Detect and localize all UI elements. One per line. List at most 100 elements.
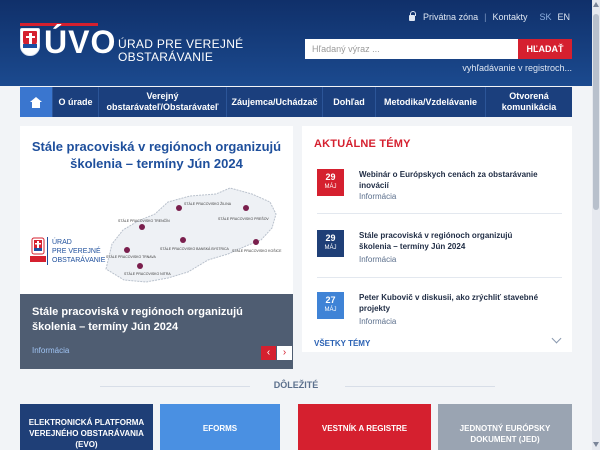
topic-title[interactable]: Stále pracoviská v regiónoch organizujú … bbox=[359, 230, 564, 252]
slider-prev-button[interactable]: ‹ bbox=[261, 346, 276, 360]
scrollbar-thumb[interactable] bbox=[593, 14, 599, 210]
topic-title-line1: Peter Kubovič v diskusii, ako zrýchliť s… bbox=[359, 293, 539, 302]
site-header: ÚVO ÚRAD PRE VEREJNÉ OBSTARÁVANIE Privát… bbox=[0, 0, 600, 86]
search-button[interactable]: HĽADAŤ bbox=[518, 39, 572, 59]
nav-item-label: Metodika/Vzdelávanie bbox=[383, 96, 478, 107]
nav-item-verejny-obstaravatel[interactable]: Verejný obstarávateľ/Obstarávateľ bbox=[99, 87, 227, 117]
nav-item-label: komunikácia bbox=[501, 102, 557, 112]
slider-next-button[interactable]: › bbox=[277, 346, 292, 360]
topic-title-line2: inovácií bbox=[359, 181, 389, 190]
map-logo-line1: ÚRAD bbox=[52, 237, 72, 246]
important-heading: DÔLEŽITÉ bbox=[273, 380, 319, 390]
tile-label: (EVO) bbox=[75, 440, 98, 449]
date-month: MÁJ bbox=[324, 184, 337, 190]
tile-label: EFORMS bbox=[202, 424, 238, 433]
date-day: 27 bbox=[325, 295, 336, 305]
current-topics-panel: AKTUÁLNE TÉMY 29 MÁJ Webinár o Európskyc… bbox=[302, 126, 572, 352]
top-links-separator: | bbox=[484, 12, 487, 22]
main-nav: O úrade Verejný obstarávateľ/Obstarávate… bbox=[20, 87, 572, 117]
nav-item-zaujemca[interactable]: Záujemca/Uchádzač bbox=[227, 87, 323, 117]
topic-category-tag[interactable]: Informácia bbox=[359, 192, 396, 201]
topic-category-tag[interactable]: Informácia bbox=[359, 255, 396, 264]
topic-title-line1: Stále pracoviská v regiónoch organizujú bbox=[359, 231, 513, 240]
map-logo-line3: OBSTARÁVANIE bbox=[52, 255, 106, 264]
nav-item-metodika[interactable]: Metodika/Vzdelávanie bbox=[376, 87, 486, 117]
slide-category-tag[interactable]: Informácia bbox=[32, 346, 69, 355]
nav-item-dohlad[interactable]: Dohľad bbox=[323, 87, 376, 117]
slide-heading-line1: Stále pracoviská v regiónoch organizujú bbox=[31, 139, 282, 154]
scroll-down-arrow-icon[interactable] bbox=[593, 442, 599, 447]
advanced-search-link[interactable]: vyhľadávanie v registroch... bbox=[462, 63, 572, 73]
section-divider-right bbox=[345, 386, 495, 387]
topics-heading: AKTUÁLNE TÉMY bbox=[314, 138, 411, 150]
tile-jed[interactable]: JEDNOTNÝ EURÓPSKY DOKUMENT (JED) bbox=[438, 404, 572, 450]
tile-vestnik[interactable]: VESTNÍK A REGISTRE bbox=[298, 404, 431, 450]
slide-caption[interactable]: Stále pracoviská v regiónoch organizujú … bbox=[20, 294, 293, 369]
logo-subtitle: ÚRAD PRE VEREJNÉ OBSTARÁVANIE bbox=[118, 38, 244, 64]
topic-title-line1: Webinár o Európskych cenách za obstaráva… bbox=[359, 170, 538, 179]
tile-evo[interactable]: ELEKTRONICKÁ PLATFORMA VEREJNÉHO OBSTARÁ… bbox=[20, 404, 153, 450]
contacts-link[interactable]: Kontakty bbox=[492, 12, 527, 22]
slide-heading: Stále pracoviská v regiónoch organizujú … bbox=[20, 138, 293, 172]
map-label-presov: STÁLE PRACOVISKO PREŠOV bbox=[218, 216, 269, 221]
tile-label: JEDNOTNÝ EURÓPSKY bbox=[459, 423, 551, 433]
topic-item[interactable]: 27 MÁJ Peter Kubovič v diskusii, ako zrý… bbox=[317, 292, 562, 342]
date-badge: 29 MÁJ bbox=[317, 230, 344, 257]
scroll-up-arrow-icon[interactable] bbox=[593, 2, 599, 7]
topic-category-tag[interactable]: Informácia bbox=[359, 317, 396, 326]
private-zone-link[interactable]: Privátna zóna bbox=[423, 12, 478, 22]
tile-eforms[interactable]: EFORMS bbox=[160, 404, 280, 450]
topic-divider bbox=[317, 277, 562, 278]
tile-label: VEREJNÉHO OBSTARÁVANIA bbox=[29, 429, 144, 438]
site-logo[interactable]: ÚVO bbox=[20, 26, 116, 58]
slide-caption-title: Stále pracoviská v regiónoch organizujú … bbox=[32, 305, 243, 335]
date-day: 29 bbox=[325, 172, 336, 182]
lang-en-link[interactable]: EN bbox=[557, 12, 570, 22]
map-logo: ÚRAD PRE VEREJNÉ OBSTARÁVANIE bbox=[30, 237, 106, 265]
map-label-trencin: STÁLE PRACOVISKO TRENČÍN bbox=[118, 218, 170, 223]
nav-item-label: Dohľad bbox=[333, 96, 365, 107]
nav-item-label: O úrade bbox=[58, 96, 93, 107]
nav-item-label: Verejný bbox=[146, 91, 179, 101]
chevron-right-icon: › bbox=[282, 347, 287, 358]
search-bar: HĽADAŤ bbox=[305, 39, 572, 59]
home-icon bbox=[30, 96, 42, 108]
page-scrollbar[interactable] bbox=[592, 0, 600, 450]
date-month: MÁJ bbox=[324, 245, 337, 251]
nav-item-label: obstarávateľ/Obstarávateľ bbox=[106, 102, 219, 112]
topic-title-line2: školenia – termíny Jún 2024 bbox=[359, 242, 466, 251]
topic-title[interactable]: Webinár o Európskych cenách za obstaráva… bbox=[359, 169, 564, 191]
top-links: Privátna zóna | Kontakty SK EN bbox=[409, 11, 570, 22]
map-label-nitra: STÁLE PRACOVISKO NITRA bbox=[124, 272, 171, 276]
date-badge: 27 MÁJ bbox=[317, 292, 344, 319]
map-label-kosice: STÁLE PRACOVISKO KOŠICE bbox=[232, 248, 282, 253]
logo-subtitle-line2: OBSTARÁVANIE bbox=[118, 50, 214, 64]
map-label-trnava: STÁLE PRACOVISKO TRNAVA bbox=[106, 255, 156, 259]
slovakia-map-image: ÚRAD PRE VEREJNÉ OBSTARÁVANIE STÁLE PRAC… bbox=[30, 187, 282, 283]
slide-caption-line1: Stále pracoviská v regiónoch organizujú bbox=[32, 306, 243, 318]
date-badge: 29 MÁJ bbox=[317, 169, 344, 196]
topic-item[interactable]: 29 MÁJ Stále pracoviská v regiónoch orga… bbox=[317, 230, 562, 280]
lock-icon bbox=[409, 11, 417, 21]
all-topics-link[interactable]: VŠETKY TÉMY bbox=[314, 339, 370, 348]
topic-item[interactable]: 29 MÁJ Webinár o Európskych cenách za ob… bbox=[317, 169, 562, 219]
tile-label: VESTNÍK A REGISTRE bbox=[321, 424, 408, 433]
map-logo-line2: PRE VEREJNÉ bbox=[52, 246, 101, 255]
tile-label: DOKUMENT (JED) bbox=[470, 434, 540, 444]
nav-home[interactable] bbox=[20, 87, 53, 117]
news-slider[interactable]: Stále pracoviská v regiónoch organizujú … bbox=[20, 126, 293, 369]
topic-title[interactable]: Peter Kubovič v diskusii, ako zrýchliť s… bbox=[359, 292, 564, 314]
nav-item-label: Záujemca/Uchádzač bbox=[231, 96, 318, 107]
search-input[interactable] bbox=[305, 39, 518, 59]
slide-heading-line2: školenia – termíny Jún 2024 bbox=[70, 156, 243, 171]
nav-item-otvorena-komunikacia[interactable]: Otvorená komunikácia bbox=[486, 87, 572, 117]
topic-divider bbox=[317, 213, 562, 214]
nav-item-o-urade[interactable]: O úrade bbox=[53, 87, 99, 117]
tile-label: ELEKTRONICKÁ PLATFORMA bbox=[28, 418, 145, 427]
map-label-banska-bystrica: STÁLE PRACOVISKO BANSKÁ BYSTRICA bbox=[160, 247, 230, 251]
slide-caption-line2: školenia – termíny Jún 2024 bbox=[32, 321, 179, 333]
lang-sk-link[interactable]: SK bbox=[539, 12, 551, 22]
date-month: MÁJ bbox=[324, 307, 337, 313]
map-label-zilina: STÁLE PRACOVISKO ŽILINA bbox=[184, 201, 232, 206]
coat-of-arms-icon bbox=[20, 28, 40, 56]
